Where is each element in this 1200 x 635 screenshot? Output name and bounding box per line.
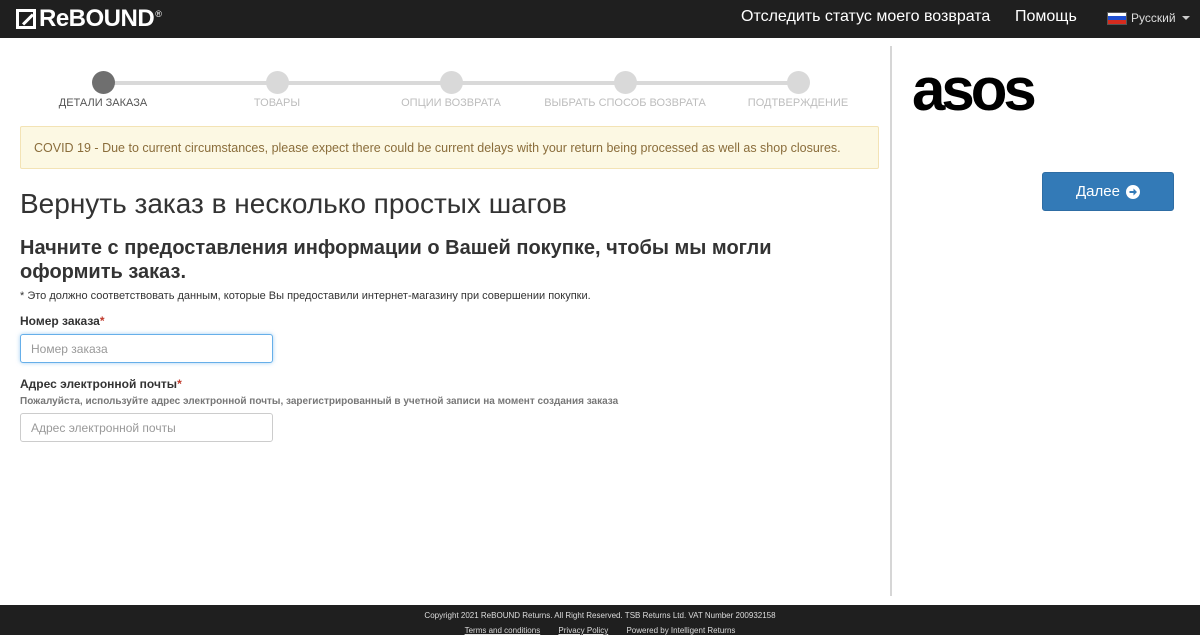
order-number-input[interactable] bbox=[20, 334, 273, 363]
required-mark: * bbox=[99, 314, 105, 328]
step-label-confirmation: ПОДТВЕРЖДЕНИЕ bbox=[747, 97, 849, 109]
covid-notice: COVID 19 - Due to current circumstances,… bbox=[20, 126, 879, 169]
nav-help-link[interactable]: Помощь bbox=[1015, 8, 1077, 26]
footer: Copyright 2021 ReBOUND Returns. All Righ… bbox=[0, 605, 1200, 635]
step-dot-return-options bbox=[440, 71, 463, 94]
order-number-label: Номер заказа* bbox=[20, 314, 105, 328]
language-selector[interactable]: Русский bbox=[1107, 11, 1190, 25]
nav-track-return-link[interactable]: Отследить статус моего возврата bbox=[741, 8, 990, 26]
email-label: Адрес электронной почты* bbox=[20, 377, 182, 391]
step-dot-confirmation bbox=[787, 71, 810, 94]
step-label-items: ТОВАРЫ bbox=[253, 97, 301, 109]
footer-links: Terms and conditions Privacy Policy Powe… bbox=[0, 626, 1200, 635]
footer-copyright: Copyright 2021 ReBOUND Returns. All Righ… bbox=[424, 611, 776, 620]
step-dot-return-method bbox=[614, 71, 637, 94]
step-label-return-method: ВЫБРАТЬ СПОСОБ ВОЗВРАТА bbox=[544, 97, 706, 109]
terms-link[interactable]: Terms and conditions bbox=[465, 626, 541, 635]
page-title: Вернуть заказ в несколько простых шагов bbox=[20, 188, 567, 219]
powered-by-text: Powered by Intelligent Returns bbox=[626, 626, 736, 635]
rebound-logo-icon bbox=[16, 9, 36, 29]
required-mark: * bbox=[177, 377, 182, 391]
email-hint: Пожалуйста, используйте адрес электронно… bbox=[20, 396, 619, 407]
logo-text: ReBOUND bbox=[39, 5, 155, 32]
page-subtitle: Начните с предоставления информации о Ва… bbox=[20, 237, 772, 283]
privacy-link[interactable]: Privacy Policy bbox=[558, 626, 608, 635]
email-input[interactable] bbox=[20, 413, 273, 442]
next-button[interactable]: Далее bbox=[1042, 172, 1174, 211]
rebound-logo[interactable]: ReBOUND® bbox=[16, 5, 162, 32]
asos-logo-text: asos bbox=[912, 64, 1034, 118]
panel-divider bbox=[890, 46, 892, 596]
caret-down-icon bbox=[1181, 16, 1190, 20]
step-dot-items bbox=[266, 71, 289, 94]
top-bar: ReBOUND® Отследить статус моего возврата… bbox=[0, 0, 1200, 38]
step-dot-order-details bbox=[92, 71, 115, 94]
language-label: Русский bbox=[1131, 11, 1176, 25]
step-label-return-options: ОПЦИИ ВОЗВРАТА bbox=[401, 97, 501, 109]
next-button-label: Далее bbox=[1076, 183, 1120, 200]
progress-stepper: ДЕТАЛИ ЗАКАЗА ТОВАРЫ ОПЦИИ ВОЗВРАТА ВЫБР… bbox=[20, 70, 880, 110]
form-note: * Это должно соответствовать данным, кот… bbox=[20, 290, 591, 302]
logo-registered-mark: ® bbox=[155, 9, 162, 19]
russia-flag-icon bbox=[1107, 11, 1127, 25]
asos-logo: asos bbox=[912, 64, 1038, 118]
step-label-order-details: ДЕТАЛИ ЗАКАЗА bbox=[58, 97, 148, 109]
arrow-right-circle-icon bbox=[1125, 184, 1140, 199]
